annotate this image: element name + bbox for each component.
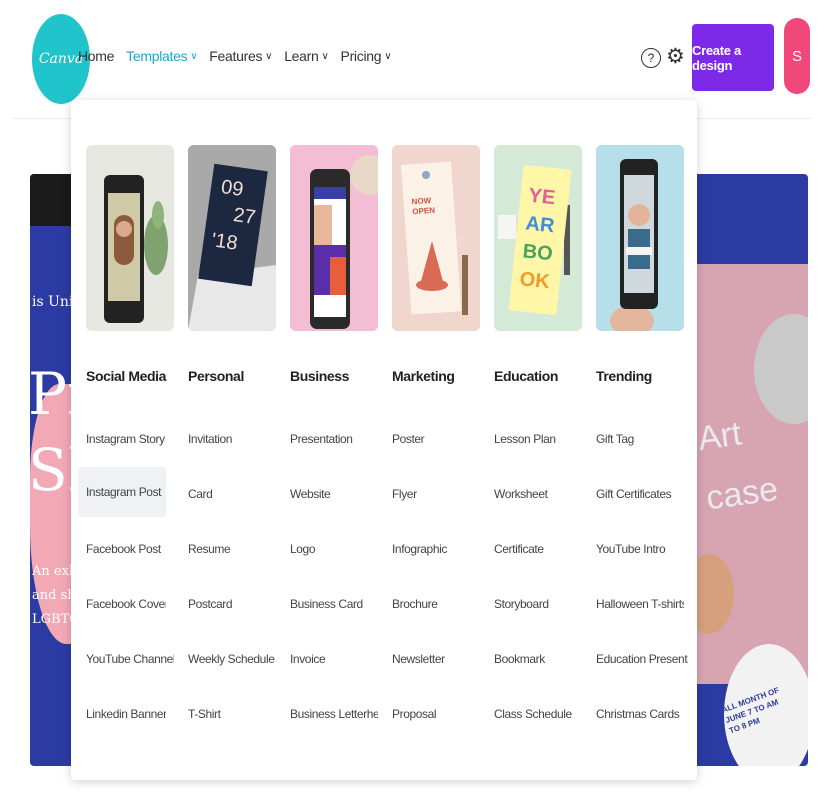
menu-link-presentation[interactable]: Presentation: [282, 414, 370, 464]
main-nav: Home Templates ∨ Features ∨ Learn ∨ Pric…: [78, 48, 392, 64]
menu-link-christmas-cards[interactable]: Christmas Cards: [588, 689, 684, 739]
menu-link-resume[interactable]: Resume: [180, 524, 268, 574]
thumb-yearbook-text: YE: [527, 185, 556, 210]
menu-link-flyer[interactable]: Flyer: [384, 469, 472, 519]
nav-templates[interactable]: Templates ∨: [126, 48, 197, 64]
menu-link-invitation[interactable]: Invitation: [180, 414, 268, 464]
menu-heading-education[interactable]: Education: [494, 368, 558, 384]
help-icon[interactable]: ?: [641, 48, 661, 68]
menu-link-facebook-cover[interactable]: Facebook Cover: [78, 579, 166, 629]
nav-home[interactable]: Home: [78, 48, 114, 64]
chevron-down-icon: ∨: [384, 50, 392, 62]
thumbnail-trending[interactable]: [596, 145, 684, 331]
menu-link-storyboard[interactable]: Storyboard: [486, 579, 574, 629]
menu-link-youtube-channel-art[interactable]: YouTube Channel Art: [78, 634, 174, 684]
menu-heading-business[interactable]: Business: [290, 368, 349, 384]
menu-link-certificate[interactable]: Certificate: [486, 524, 574, 574]
menu-heading-social-media[interactable]: Social Media: [86, 368, 166, 384]
menu-column-education: YE AR BO OK: [479, 145, 582, 331]
templates-dropdown: 09 27 '18 NOW OPEN YE AR BO OK Social Me…: [71, 100, 697, 780]
menu-column-trending: [581, 145, 684, 331]
chevron-down-icon: ∨: [321, 50, 329, 62]
gear-icon[interactable]: ⚙: [666, 44, 685, 69]
thumb-poster-text: NOW: [411, 196, 432, 206]
menu-column-marketing: NOW OPEN: [377, 145, 480, 331]
thumbnail-marketing[interactable]: NOW OPEN: [392, 145, 480, 331]
menu-link-brochure[interactable]: Brochure: [384, 579, 472, 629]
nav-features[interactable]: Features ∨: [209, 48, 272, 64]
menu-link-infographic[interactable]: Infographic: [384, 524, 472, 574]
menu-link-instagram-post[interactable]: Instagram Post: [78, 467, 166, 517]
thumb-date-text: 09: [220, 176, 245, 201]
menu-link-linkedin-banner[interactable]: Linkedin Banner: [78, 689, 166, 739]
menu-link-class-schedule[interactable]: Class Schedule: [486, 689, 574, 739]
thumbnail-business[interactable]: [290, 145, 378, 331]
top-navigation: Canva Home Templates ∨ Features ∨ Learn …: [0, 0, 826, 110]
menu-column-personal: 09 27 '18: [173, 145, 276, 331]
menu-link-weekly-schedule-planner[interactable]: Weekly Schedule Pla...: [180, 634, 276, 684]
menu-link-website[interactable]: Website: [282, 469, 370, 519]
thumb-poster-text: OPEN: [412, 206, 435, 217]
menu-link-newsletter[interactable]: Newsletter: [384, 634, 472, 684]
menu-link-card[interactable]: Card: [180, 469, 268, 519]
thumbnail-personal[interactable]: 09 27 '18: [188, 145, 276, 331]
menu-link-business-card[interactable]: Business Card: [282, 579, 370, 629]
nav-pricing[interactable]: Pricing ∨: [341, 48, 392, 64]
menu-link-facebook-post[interactable]: Facebook Post: [78, 524, 166, 574]
menu-link-worksheet[interactable]: Worksheet: [486, 469, 574, 519]
thumb-yearbook-text: BO: [522, 240, 554, 265]
menu-link-youtube-intro[interactable]: YouTube Intro: [588, 524, 676, 574]
create-design-button[interactable]: Create a design: [692, 24, 774, 91]
menu-link-gift-tag[interactable]: Gift Tag: [588, 414, 676, 464]
nav-learn[interactable]: Learn ∨: [284, 48, 329, 64]
menu-heading-personal[interactable]: Personal: [188, 368, 244, 384]
menu-link-t-shirt[interactable]: T-Shirt: [180, 689, 268, 739]
avatar[interactable]: S: [784, 18, 810, 94]
thumbnail-education[interactable]: YE AR BO OK: [494, 145, 582, 331]
chevron-down-icon: ∨: [265, 50, 273, 62]
hero-banner-right: Art case ALL MONTH OF JUNE 7 TO AM TO 8 …: [694, 174, 808, 766]
menu-link-proposal[interactable]: Proposal: [384, 689, 472, 739]
thumb-yearbook-text: OK: [519, 268, 552, 293]
menu-heading-marketing[interactable]: Marketing: [392, 368, 455, 384]
menu-link-invoice[interactable]: Invoice: [282, 634, 370, 684]
menu-link-logo[interactable]: Logo: [282, 524, 370, 574]
menu-link-poster[interactable]: Poster: [384, 414, 472, 464]
thumb-yearbook-text: AR: [525, 212, 557, 237]
menu-link-halloween-t-shirts[interactable]: Halloween T-shirts: [588, 579, 684, 629]
menu-link-education-presentation[interactable]: Education Presentati...: [588, 634, 688, 684]
menu-link-gift-certificates[interactable]: Gift Certificates: [588, 469, 676, 519]
menu-link-lesson-plan[interactable]: Lesson Plan: [486, 414, 574, 464]
thumb-date-text: '18: [210, 229, 239, 254]
menu-column-business: [275, 145, 378, 331]
menu-link-business-letterhead[interactable]: Business Letterhead: [282, 689, 378, 739]
menu-column-social-media: [71, 145, 174, 331]
menu-link-postcard[interactable]: Postcard: [180, 579, 268, 629]
thumbnail-social-media[interactable]: [86, 145, 174, 331]
chevron-down-icon: ∨: [190, 50, 198, 62]
menu-link-bookmark[interactable]: Bookmark: [486, 634, 574, 684]
menu-link-instagram-story[interactable]: Instagram Story: [78, 414, 166, 464]
menu-heading-trending[interactable]: Trending: [596, 368, 652, 384]
thumb-date-text: 27: [232, 204, 257, 229]
